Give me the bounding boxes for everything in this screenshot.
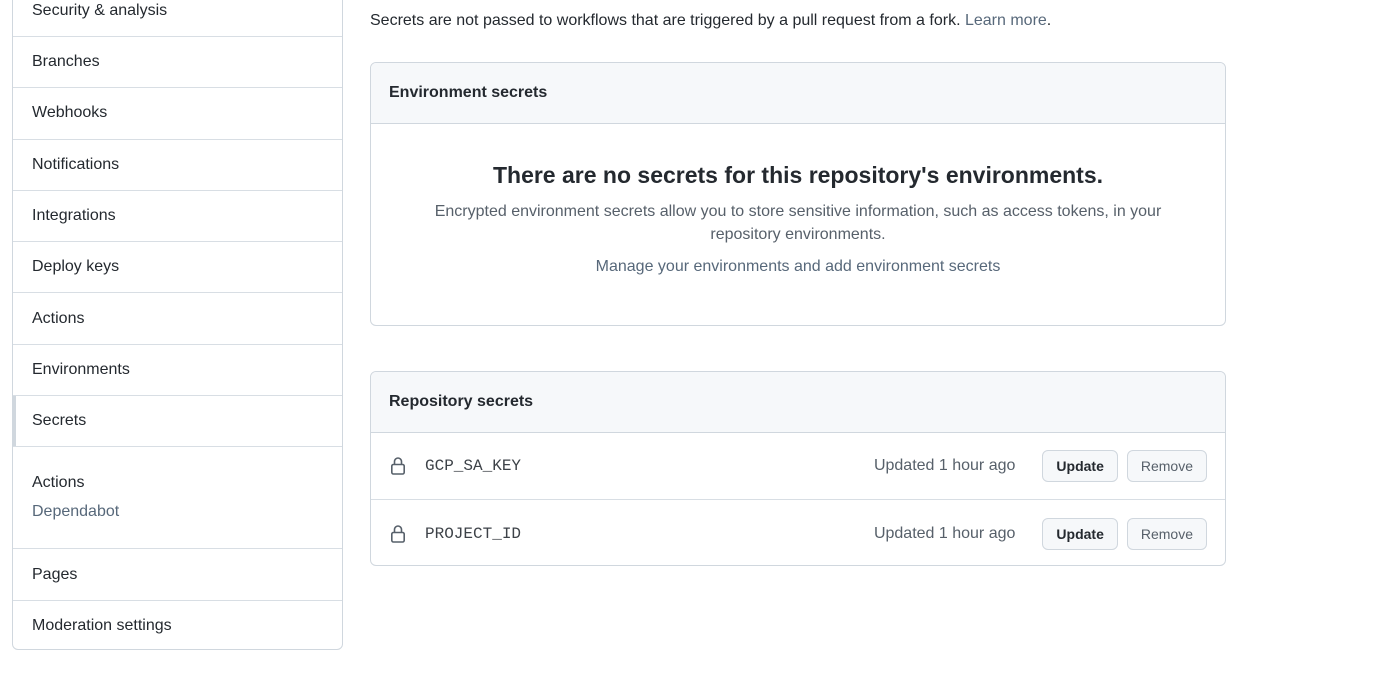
empty-state-description: Encrypted environment secrets allow you … <box>434 203 1162 243</box>
repository-secrets-header: Repository secrets <box>371 372 1225 433</box>
remove-secret-button[interactable]: Remove <box>1126 517 1207 550</box>
sidebar-item-webhooks[interactable]: Webhooks <box>13 88 342 140</box>
sidebar-item-moderation-settings[interactable]: Moderation settings <box>13 601 342 649</box>
secret-name: PROJECT_ID <box>425 524 522 543</box>
update-secret-button[interactable]: Update <box>1042 517 1118 550</box>
sidebar-item-environments[interactable]: Environments <box>13 345 342 397</box>
secret-updated-time: Updated 1 hour ago <box>873 524 1016 542</box>
sidebar-item-security-analysis[interactable]: Security & analysis <box>13 0 342 37</box>
fork-notice-text: Secrets are not passed to workflows that… <box>370 12 961 29</box>
secret-row: PROJECT_ID Updated 1 hour ago Update Rem… <box>371 500 1225 565</box>
learn-more-link[interactable]: Learn more <box>965 12 1047 29</box>
sidebar-item-label: Moderation settings <box>32 617 172 635</box>
sidebar-item-label: Pages <box>32 565 78 583</box>
sidebar-item-label: Webhooks <box>32 104 108 122</box>
environment-secrets-header: Environment secrets <box>371 63 1225 124</box>
sidebar-item-deploy-keys[interactable]: Deploy keys <box>13 242 342 294</box>
sidebar-item-actions[interactable]: Actions <box>13 293 342 345</box>
fork-notice: Secrets are not passed to workflows that… <box>370 12 1051 30</box>
sidebar-item-label: Secrets <box>32 412 87 430</box>
remove-secret-button[interactable]: Remove <box>1126 450 1207 482</box>
sidebar-item-label: Environments <box>32 360 130 378</box>
sidebar-item-label: Actions <box>32 309 85 327</box>
secret-updated-time: Updated 1 hour ago <box>873 457 1016 474</box>
sidebar-item-label: Security & analysis <box>32 1 168 19</box>
lock-icon <box>390 457 405 475</box>
sidebar-subitem-actions[interactable]: Actions <box>32 471 342 495</box>
sidebar-secrets-subgroup: Actions Dependabot <box>13 447 342 550</box>
environment-secrets-empty-state: There are no secrets for this repository… <box>371 124 1225 276</box>
sidebar-item-integrations[interactable]: Integrations <box>13 191 342 243</box>
repository-secrets-box: Repository secrets GCP_SA_KEY Updated 1 … <box>370 371 1226 566</box>
sidebar-item-notifications[interactable]: Notifications <box>13 140 342 191</box>
sidebar-item-label: Branches <box>32 53 100 71</box>
sidebar-item-label: Deploy keys <box>32 258 120 276</box>
manage-environments-link[interactable]: Manage your environments and add environ… <box>596 258 1001 276</box>
secret-name: GCP_SA_KEY <box>425 457 522 475</box>
sidebar-item-label: Integrations <box>32 207 116 225</box>
sidebar-subitem-dependabot[interactable]: Dependabot <box>32 503 119 521</box>
empty-state-title: There are no secrets for this repository… <box>492 162 1104 188</box>
secret-row: GCP_SA_KEY Updated 1 hour ago Update Rem… <box>371 433 1225 500</box>
settings-page: Security & analysis Branches Webhooks No… <box>0 0 1400 690</box>
lock-icon <box>390 524 405 543</box>
sidebar-item-pages[interactable]: Pages <box>13 549 342 601</box>
sidebar-item-branches[interactable]: Branches <box>13 37 342 89</box>
update-secret-button[interactable]: Update <box>1042 450 1118 482</box>
sidebar-item-label: Notifications <box>32 155 120 173</box>
fork-notice-suffix: . <box>1046 12 1052 29</box>
environment-secrets-box: Environment secrets There are no secrets… <box>370 62 1226 326</box>
settings-sidebar: Security & analysis Branches Webhooks No… <box>12 0 343 650</box>
sidebar-item-secrets[interactable]: Secrets <box>13 396 342 448</box>
